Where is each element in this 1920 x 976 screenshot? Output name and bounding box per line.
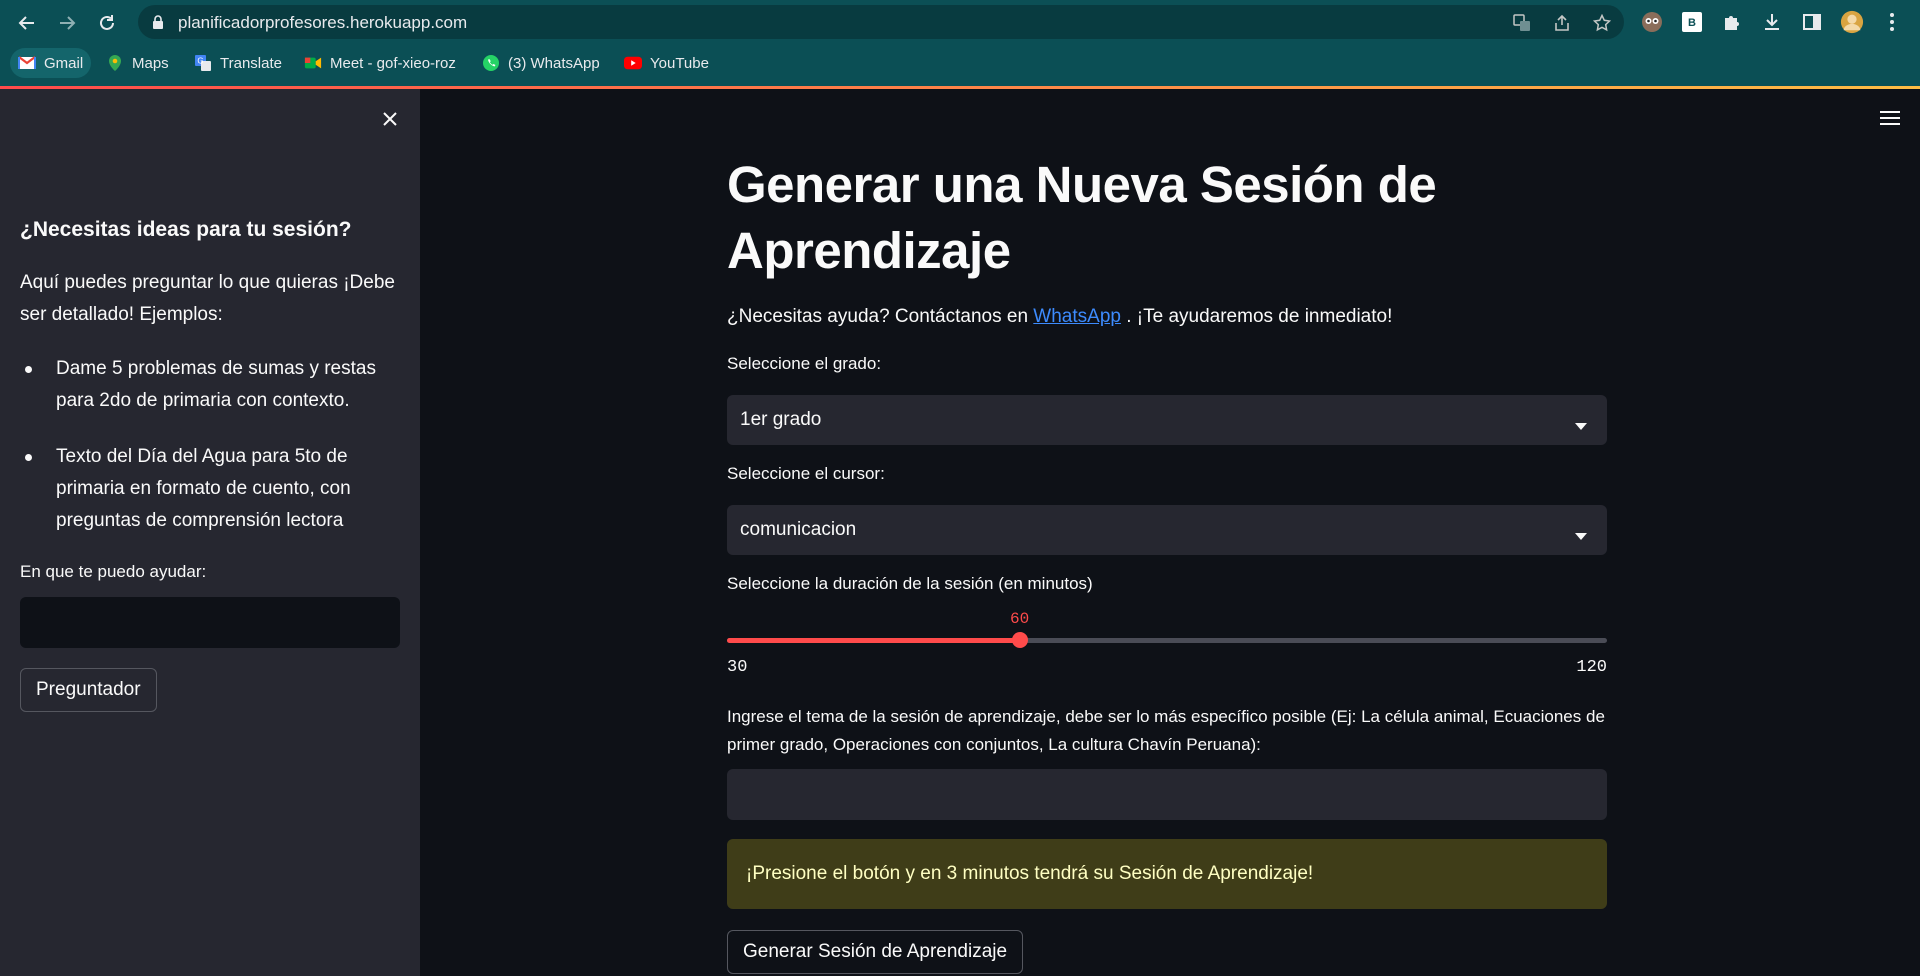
bookmark-label: Maps [132,54,169,72]
profile-avatar-icon[interactable] [1840,10,1864,34]
app-menu-icon[interactable] [1877,106,1903,130]
bookmark-star-icon[interactable] [1592,13,1612,33]
slider-thumb[interactable] [1012,632,1028,648]
list-item: Texto del Día del Agua para 5to de prima… [20,441,400,537]
bookmark-youtube[interactable]: YouTube [616,48,717,78]
extension-owl-icon[interactable] [1640,10,1664,34]
translate-page-icon[interactable] [1512,13,1532,33]
side-panel-icon[interactable] [1800,10,1824,34]
lock-icon [152,15,164,34]
bookmark-whatsapp[interactable]: (3) WhatsApp [474,48,608,78]
share-icon[interactable] [1552,13,1572,33]
whatsapp-link[interactable]: WhatsApp [1033,306,1121,327]
extensions-puzzle-icon[interactable] [1720,10,1744,34]
chevron-down-icon [1575,527,1587,545]
warning-text: ¡Presione el botón y en 3 minutos tendrá… [746,863,1314,884]
ask-button[interactable]: Preguntador [20,668,157,712]
sidebar-intro: Aquí puedes preguntar lo que quieras ¡De… [20,272,395,325]
page-title: Generar una Nueva Sesión de Aprendizaje [727,156,1437,279]
address-row: planificadorprofesores.herokuapp.com B [0,0,1920,44]
course-select[interactable]: comunicacion [727,505,1607,555]
bookmark-label: YouTube [650,54,709,72]
browser-menu-icon[interactable] [1880,10,1904,34]
generate-session-button[interactable]: Generar Sesión de Aprendizaje [727,930,1024,974]
bookmark-label: Meet - gof-xieo-roz [330,54,456,72]
slider-fill [727,638,1020,643]
extension-b-icon[interactable]: B [1680,10,1704,34]
bookmark-translate[interactable]: G Translate [186,48,290,78]
list-item: Dame 5 problemas de sumas y restas para … [20,353,400,417]
bookmark-label: Gmail [44,54,84,72]
bookmark-gmail[interactable]: Gmail [10,48,92,78]
chevron-down-icon [1575,417,1587,435]
topic-input[interactable] [727,769,1607,820]
bookmark-meet[interactable]: Meet - gof-xieo-roz [296,48,464,78]
maps-icon [106,54,124,72]
youtube-icon [624,54,642,72]
course-label: Seleccione el cursor: [727,464,885,483]
help-text-start: ¿Necesitas ayuda? Contáctanos en [727,306,1034,327]
question-label: En que te puedo ayudar: [20,562,207,581]
reload-icon[interactable] [94,10,120,36]
back-icon[interactable] [14,10,40,36]
address-bar[interactable]: planificadorprofesores.herokuapp.com [138,5,1624,39]
svg-text:G: G [197,57,203,66]
forward-icon[interactable] [54,10,80,36]
slider-min-label: 30 [727,658,748,677]
sidebar-title: ¿Necesitas ideas para tu sesión? [20,218,352,241]
help-text: ¿Necesitas ayuda? Contáctanos en WhatsAp… [727,306,1392,328]
examples-list: Dame 5 problemas de sumas y restas para … [20,353,400,561]
download-icon[interactable] [1760,10,1784,34]
whatsapp-icon [482,54,500,72]
question-input[interactable] [20,597,400,648]
slider-value: 60 [1010,610,1030,628]
svg-text:B: B [1688,17,1696,29]
meet-icon [304,54,322,72]
bookmarks-bar: Gmail Maps G Translate Meet - gof-xieo-r… [0,46,1920,80]
close-sidebar-icon[interactable] [378,107,402,131]
help-text-end: . ¡Te ayudaremos de inmediato! [1120,306,1393,327]
url-text: planificadorprofesores.herokuapp.com [178,13,468,32]
browser-chrome: planificadorprofesores.herokuapp.com B G… [0,0,1920,86]
grade-select-value: 1er grado [740,409,822,430]
bookmark-maps[interactable]: Maps [98,48,177,78]
sidebar: ¿Necesitas ideas para tu sesión? Aquí pu… [0,89,420,976]
gmail-icon [18,54,36,72]
bookmark-label: Translate [220,54,282,72]
grade-label: Seleccione el grado: [727,354,882,373]
grade-select[interactable]: 1er grado [727,395,1607,445]
course-select-value: comunicacion [740,519,857,540]
duration-label: Seleccione la duración de la sesión (en … [727,574,1093,593]
translate-icon: G [194,54,212,72]
warning-alert: ¡Presione el botón y en 3 minutos tendrá… [727,839,1607,909]
slider-max-label: 120 [1576,658,1607,677]
topic-label: Ingrese el tema de la sesión de aprendiz… [727,707,1605,754]
bookmark-label: (3) WhatsApp [508,54,600,72]
duration-slider-track[interactable] [727,638,1607,643]
